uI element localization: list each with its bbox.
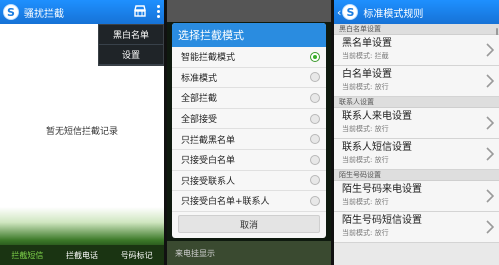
option-accept-all[interactable]: 全部接受 bbox=[172, 109, 326, 130]
option-accept-whitelist[interactable]: 只接受白名单 bbox=[172, 150, 326, 171]
chevron-right-icon bbox=[486, 147, 494, 161]
bottom-tabs: 拦截短信 拦截电话 号码标记 bbox=[0, 245, 164, 265]
tab-number-marking[interactable]: 号码标记 bbox=[121, 250, 153, 261]
settings-row-contact-calls[interactable]: 联系人来电设置 当前模式: 放行 bbox=[334, 108, 499, 139]
empty-message: 暂无短信拦截记录 bbox=[45, 127, 118, 137]
option-smart[interactable]: 智能拦截模式 bbox=[172, 47, 326, 68]
screen-harassment-intercept: S 骚扰拦截 黑白名单 设置 暂无短信拦截记录 拦截短信 拦截电话 号码标记 bbox=[0, 0, 164, 265]
chevron-right-icon bbox=[486, 220, 494, 234]
radio-selected-icon[interactable] bbox=[310, 51, 320, 62]
tab-intercept-calls[interactable]: 拦截电话 bbox=[66, 250, 98, 261]
screen-select-mode: 选择拦截模式 智能拦截模式 标准模式 全部拦截 全部接受 只拦截黑名单 只接受白… bbox=[167, 0, 331, 265]
radio-icon[interactable] bbox=[310, 92, 320, 103]
option-block-all[interactable]: 全部拦截 bbox=[172, 88, 326, 109]
chevron-right-icon bbox=[486, 74, 494, 88]
settings-row-contact-sms[interactable]: 联系人短信设置 当前模式: 放行 bbox=[334, 139, 499, 170]
chevron-right-icon bbox=[486, 43, 494, 57]
option-block-blacklist[interactable]: 只拦截黑名单 bbox=[172, 129, 326, 150]
radio-icon[interactable] bbox=[310, 134, 320, 145]
dialog-title: 选择拦截模式 bbox=[172, 23, 326, 47]
back-arrow-icon[interactable]: ‹ bbox=[337, 6, 341, 19]
page-title: 骚扰拦截 bbox=[24, 8, 64, 20]
radio-icon[interactable] bbox=[310, 113, 320, 124]
overflow-menu: 黑白名单 设置 bbox=[98, 24, 164, 66]
overflow-menu-icon[interactable] bbox=[157, 4, 160, 18]
radio-icon[interactable] bbox=[310, 72, 320, 83]
chevron-right-icon bbox=[486, 116, 494, 130]
option-accept-whitelist-contacts[interactable]: 只接受白名单+联系人 bbox=[172, 191, 326, 212]
logo-icon[interactable]: S bbox=[342, 4, 359, 20]
settings-row-stranger-sms[interactable]: 陌生号码短信设置 当前模式: 放行 bbox=[334, 212, 499, 243]
section-header: 联系人设置 bbox=[334, 97, 499, 108]
tab-intercept-sms[interactable]: 拦截短信 bbox=[11, 250, 43, 261]
bottom-text: 来电挂显示 bbox=[167, 241, 331, 265]
chevron-right-icon bbox=[486, 189, 494, 203]
radio-icon[interactable] bbox=[310, 154, 320, 165]
option-standard[interactable]: 标准模式 bbox=[172, 68, 326, 89]
section-header: 黑白名单设置 bbox=[334, 24, 499, 35]
radio-icon[interactable] bbox=[310, 175, 320, 186]
menu-item-settings[interactable]: 设置 bbox=[99, 45, 163, 65]
section-header: 陌生号码设置 bbox=[334, 170, 499, 181]
settings-row-blacklist[interactable]: 黑名单设置 当前模式: 拦截 bbox=[334, 35, 499, 66]
mode-dialog: 选择拦截模式 智能拦截模式 标准模式 全部拦截 全部接受 只拦截黑名单 只接受白… bbox=[172, 23, 326, 238]
settings-row-stranger-calls[interactable]: 陌生号码来电设置 当前模式: 放行 bbox=[334, 181, 499, 212]
app-bar: ‹ S 标准模式规则 bbox=[334, 0, 499, 24]
menu-item-blackwhite-list[interactable]: 黑白名单 bbox=[99, 25, 163, 45]
broom-icon[interactable] bbox=[133, 4, 147, 18]
logo-icon[interactable]: S bbox=[3, 4, 19, 20]
page-title: 标准模式规则 bbox=[363, 8, 424, 20]
cancel-button[interactable]: 取消 bbox=[178, 215, 320, 233]
settings-row-whitelist[interactable]: 白名单设置 当前模式: 放行 bbox=[334, 66, 499, 97]
radio-icon[interactable] bbox=[310, 195, 320, 206]
option-accept-contacts[interactable]: 只接受联系人 bbox=[172, 171, 326, 192]
screen-standard-mode-rules: ‹ S 标准模式规则 黑白名单设置 黑名单设置 当前模式: 拦截 白名单设置 当… bbox=[334, 0, 499, 265]
